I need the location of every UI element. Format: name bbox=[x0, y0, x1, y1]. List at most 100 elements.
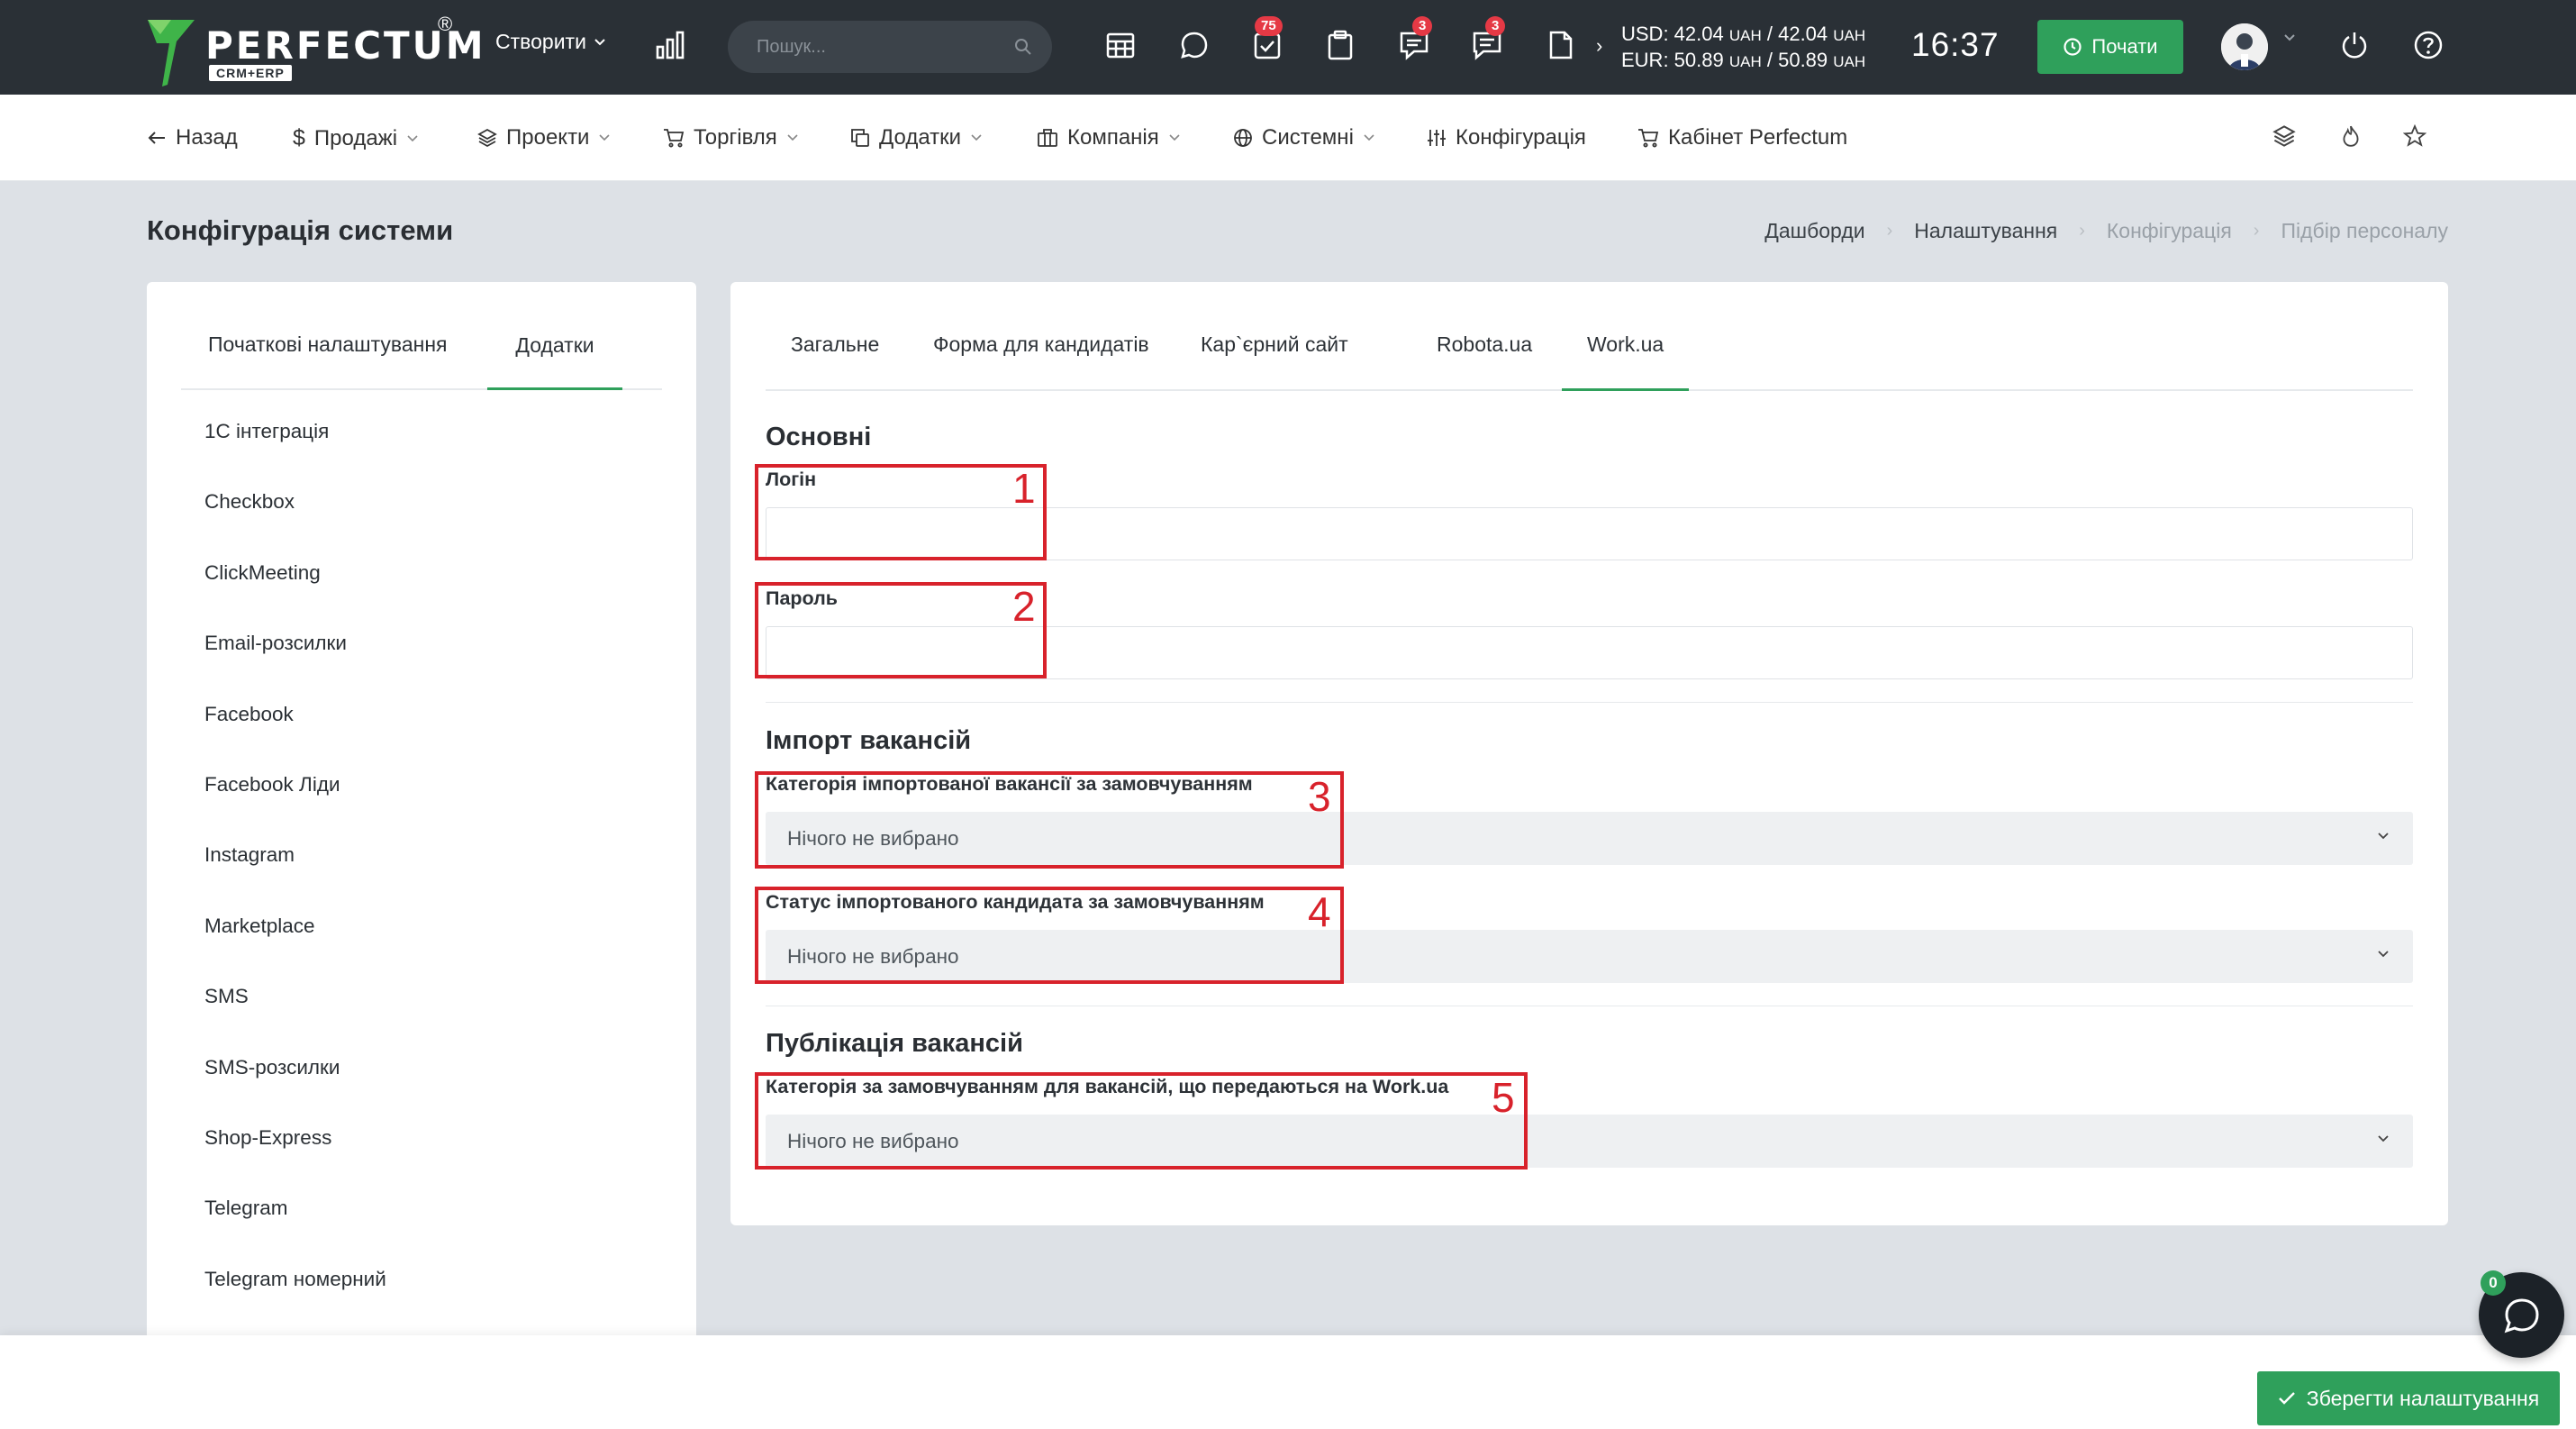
chevron-down-icon bbox=[2378, 1135, 2389, 1142]
breadcrumb: Дашборди › Налаштування › Конфігурація ›… bbox=[1764, 219, 2448, 243]
nav-projects-label: Проекти bbox=[506, 125, 590, 150]
create-menu[interactable]: Створити bbox=[495, 30, 606, 54]
sidebar-item-facebook-leads[interactable]: Facebook Ліди bbox=[204, 773, 386, 843]
star-icon[interactable] bbox=[2403, 124, 2426, 148]
start-button[interactable]: Почати bbox=[2037, 20, 2183, 74]
tasks-badge: 75 bbox=[1255, 16, 1283, 36]
brand-registered: ® bbox=[438, 13, 453, 35]
tab-addons[interactable]: Додатки bbox=[487, 332, 622, 390]
annotation-number: 1 bbox=[1012, 465, 1036, 512]
dollar-icon: $ bbox=[293, 125, 305, 150]
copy-icon bbox=[851, 129, 869, 147]
fire-icon[interactable] bbox=[2339, 124, 2363, 148]
search-icon[interactable] bbox=[1014, 38, 1032, 56]
sidebar-item-1c[interactable]: 1C інтеграція bbox=[204, 420, 386, 490]
avatar[interactable] bbox=[2221, 23, 2268, 70]
nav-addons[interactable]: Додатки bbox=[850, 125, 983, 150]
nav-sales-label: Продажі bbox=[313, 125, 398, 150]
document-icon[interactable] bbox=[1543, 27, 1579, 63]
nav-company-label: Компанія bbox=[1067, 125, 1159, 150]
clipboard-icon[interactable] bbox=[1322, 27, 1358, 63]
power-icon[interactable] bbox=[2336, 27, 2372, 63]
chevron-down-icon bbox=[599, 134, 611, 141]
chevron-down-icon bbox=[787, 134, 798, 141]
main-nav: Назад $ Продажі Проекти Торгівля Додатки… bbox=[0, 95, 2576, 181]
tab-general[interactable]: Загальне bbox=[766, 332, 904, 391]
sidebar-item-telegram-number[interactable]: Telegram номерний bbox=[204, 1268, 386, 1338]
search-box[interactable] bbox=[728, 21, 1052, 73]
sidebar-tabs: Початкові налаштування Додатки bbox=[181, 332, 662, 390]
check-icon bbox=[2278, 1392, 2295, 1405]
breadcrumb-current: Підбір персоналу bbox=[2281, 219, 2448, 242]
tab-work-ua[interactable]: Work.ua bbox=[1562, 332, 1690, 391]
tab-initial-settings[interactable]: Початкові налаштування bbox=[181, 332, 475, 390]
nav-system[interactable]: Системні bbox=[1233, 125, 1375, 150]
nav-company[interactable]: Компанія bbox=[1037, 125, 1181, 150]
sidebar-item-marketplace[interactable]: Marketplace bbox=[204, 915, 386, 985]
help-icon[interactable] bbox=[2410, 27, 2446, 63]
annotation-box bbox=[755, 1072, 1528, 1170]
sidebar-item-instagram[interactable]: Instagram bbox=[204, 843, 386, 914]
breadcrumb-item[interactable]: Конфігурація bbox=[2107, 219, 2232, 243]
section-import-title: Імпорт вакансій bbox=[766, 726, 972, 755]
annotation-box bbox=[755, 464, 1047, 560]
save-settings-label: Зберегти налаштування bbox=[2306, 1386, 2540, 1410]
sidebar-item-email[interactable]: Email-розсилки bbox=[204, 632, 386, 702]
nav-sales[interactable]: $ Продажі bbox=[293, 125, 419, 151]
messages-icon[interactable]: 3 bbox=[1396, 16, 1433, 63]
user-avatar-icon bbox=[2221, 23, 2268, 70]
chevron-down-icon bbox=[2378, 951, 2389, 958]
reports-chart-icon[interactable] bbox=[654, 29, 686, 66]
nav-trade-label: Торгівля bbox=[694, 125, 777, 150]
tab-candidate-form[interactable]: Форма для кандидатів bbox=[908, 332, 1175, 391]
save-settings-button[interactable]: Зберегти налаштування bbox=[2257, 1371, 2560, 1425]
sidebar-item-facebook[interactable]: Facebook bbox=[204, 703, 386, 773]
breadcrumb-item[interactable]: Налаштування bbox=[1914, 219, 2057, 243]
annotation-number: 3 bbox=[1308, 773, 1331, 820]
tab-robota-ua[interactable]: Robota.ua bbox=[1411, 332, 1557, 391]
chat-bubble-icon bbox=[2504, 1297, 2539, 1333]
nav-projects[interactable]: Проекти bbox=[477, 125, 611, 150]
breadcrumb-item[interactable]: Дашборди bbox=[1764, 219, 1864, 243]
rates-arrow-icon[interactable]: › bbox=[1596, 34, 1602, 58]
clock: 16:37 bbox=[1911, 26, 2000, 63]
nav-config[interactable]: Конфігурація bbox=[1427, 125, 1586, 150]
chevron-down-icon bbox=[1169, 134, 1180, 141]
tab-career-site[interactable]: Кар`єрний сайт bbox=[1175, 332, 1374, 391]
nav-back[interactable]: Назад bbox=[147, 125, 238, 150]
annotation-number: 2 bbox=[1012, 583, 1036, 630]
nav-trade[interactable]: Торгівля bbox=[663, 125, 799, 150]
chevron-down-icon bbox=[971, 134, 982, 141]
sidebar-item-checkbox[interactable]: Checkbox bbox=[204, 490, 386, 560]
nav-addons-label: Додатки bbox=[879, 125, 962, 150]
sidebar-item-clickmeeting[interactable]: ClickMeeting bbox=[204, 561, 386, 632]
sidebar-item-sms[interactable]: SMS bbox=[204, 985, 386, 1055]
settings-sidebar: Початкові налаштування Додатки 1C інтегр… bbox=[147, 282, 696, 1363]
chat-unread-badge: 0 bbox=[2481, 1270, 2506, 1296]
start-label: Почати bbox=[2091, 35, 2158, 58]
layers-icon bbox=[477, 128, 497, 148]
nav-cabinet[interactable]: Кабінет Perfectum bbox=[1637, 125, 1847, 150]
layers-icon[interactable] bbox=[2272, 124, 2296, 148]
chevron-right-icon: › bbox=[1886, 221, 1893, 241]
search-input[interactable] bbox=[757, 36, 1014, 58]
create-label: Створити bbox=[495, 30, 586, 53]
page-title: Конфігурація системи bbox=[147, 214, 454, 246]
perfectum-logo[interactable]: PERFECTUM ® CRM+ERP bbox=[144, 13, 484, 86]
sidebar-item-shop-express[interactable]: Shop-Express bbox=[204, 1126, 386, 1197]
arrow-left-icon bbox=[148, 132, 165, 144]
brand-sub: CRM+ERP bbox=[209, 65, 292, 81]
tab-label: Work.ua bbox=[1587, 332, 1664, 356]
chat-bubble-icon[interactable] bbox=[1176, 27, 1212, 63]
sidebar-item-sms-mailing[interactable]: SMS-розсилки bbox=[204, 1056, 386, 1126]
calendar-icon[interactable] bbox=[1102, 27, 1138, 63]
chevron-down-icon[interactable] bbox=[2282, 32, 2297, 43]
tasks-icon[interactable]: 75 bbox=[1249, 16, 1285, 63]
tab-label: Загальне bbox=[791, 332, 880, 356]
annotation-number: 4 bbox=[1308, 888, 1331, 935]
annotation-number: 5 bbox=[1492, 1074, 1515, 1121]
globe-icon bbox=[1234, 129, 1252, 147]
sidebar-item-telegram[interactable]: Telegram bbox=[204, 1197, 386, 1267]
comments-icon[interactable]: 3 bbox=[1469, 16, 1506, 63]
chevron-down-icon bbox=[1364, 134, 1374, 141]
